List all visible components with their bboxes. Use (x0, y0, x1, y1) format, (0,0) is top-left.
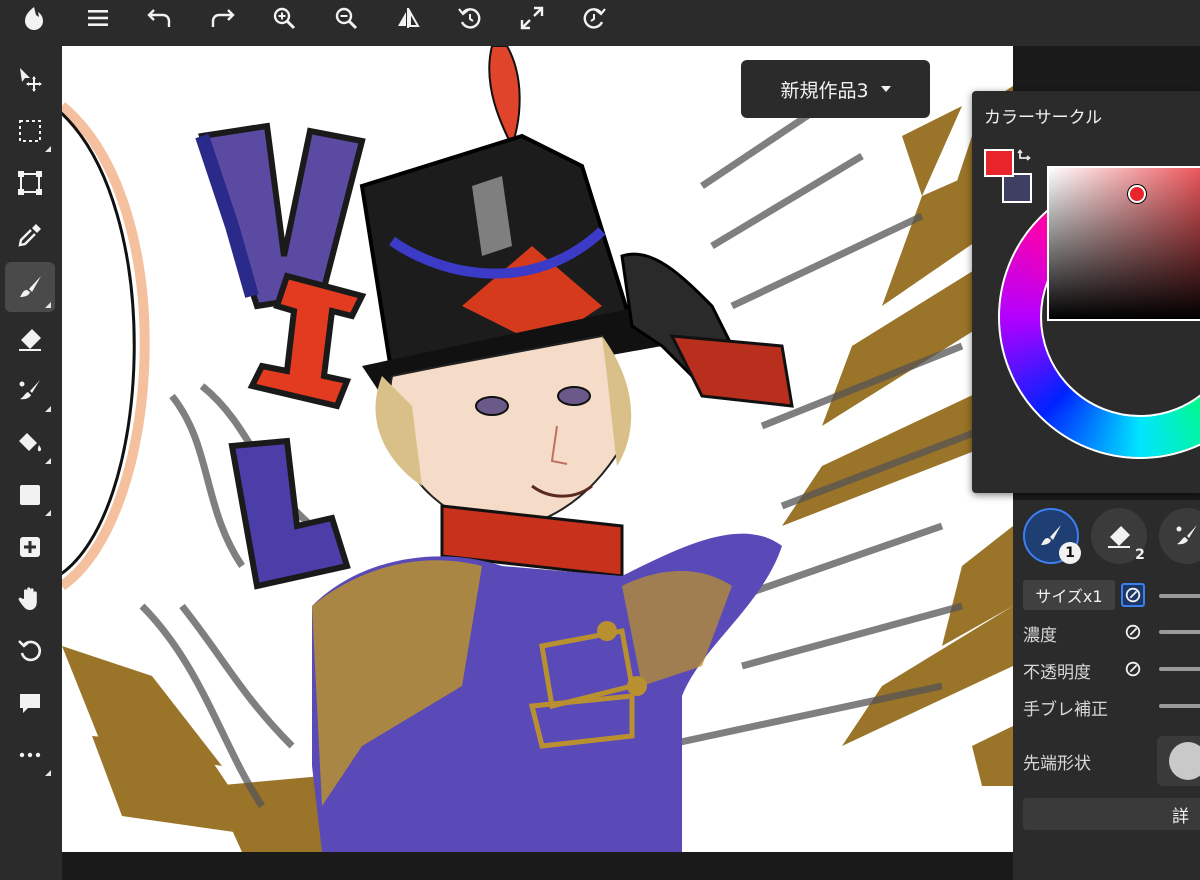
rotate-right-icon[interactable] (572, 0, 616, 36)
blur-icon[interactable] (5, 366, 55, 416)
flip-icon[interactable] (386, 0, 430, 36)
chevron-down-icon (880, 86, 891, 92)
eyedropper-icon[interactable] (5, 210, 55, 260)
pressure-toggle-density[interactable] (1121, 620, 1145, 644)
detail-settings-button[interactable]: 詳 (1023, 798, 1200, 830)
shape-icon[interactable] (5, 470, 55, 520)
top-toolbar (0, 0, 1200, 46)
stabilizer-slider[interactable] (1159, 704, 1200, 708)
pen-pressure-icon (1125, 624, 1141, 640)
foreground-color-swatch[interactable] (984, 149, 1014, 177)
tip-shape-label: 先端形状 (1023, 754, 1091, 774)
opacity-slider[interactable] (1159, 667, 1200, 671)
brush-icon[interactable] (5, 262, 55, 312)
brush-settings-panel: 1 2 3 サイズx1 濃度 不透明度 手ブレ補正 先端形状 詳 (1013, 500, 1200, 880)
undo-icon[interactable] (5, 626, 55, 676)
color-circle-panel: カラーサークル (972, 91, 1200, 493)
pressure-toggle-size[interactable] (1121, 583, 1145, 607)
submenu-indicator (45, 146, 51, 152)
artwork-illustration (62, 46, 1013, 852)
pen-pressure-icon (1125, 587, 1141, 603)
pressure-toggle-opacity[interactable] (1121, 657, 1145, 681)
zoom-in-icon[interactable] (262, 0, 306, 36)
rotate-left-icon[interactable] (448, 0, 492, 36)
hue-knob[interactable] (1128, 185, 1146, 203)
add-layer-icon[interactable] (5, 522, 55, 572)
size-slider[interactable] (1159, 594, 1200, 598)
selection-icon[interactable] (5, 106, 55, 156)
submenu-indicator (45, 770, 51, 776)
size-multiplier-button[interactable]: サイズx1 (1023, 580, 1115, 610)
undo-icon[interactable] (138, 0, 182, 36)
brush-tab-2[interactable]: 2 (1091, 508, 1147, 564)
blur-icon (1176, 525, 1197, 545)
document-title: 新規作品3 (780, 79, 869, 102)
background-color-swatch[interactable] (1002, 173, 1032, 203)
brush-tab-3[interactable]: 3 (1159, 508, 1200, 564)
submenu-indicator (45, 406, 51, 412)
transform-icon[interactable] (5, 158, 55, 208)
canvas-bottom-bar (62, 852, 1013, 880)
stabilizer-label: 手ブレ補正 (1023, 700, 1108, 720)
density-label: 濃度 (1023, 626, 1057, 646)
pen-pressure-icon (1125, 661, 1141, 677)
fullscreen-icon[interactable] (510, 0, 554, 36)
document-title-dropdown[interactable]: 新規作品3 (741, 60, 930, 118)
more-icon[interactable] (5, 730, 55, 780)
submenu-indicator (45, 510, 51, 516)
eraser-icon[interactable] (5, 314, 55, 364)
hand-icon[interactable] (5, 574, 55, 624)
left-toolbar (0, 46, 62, 880)
menu-icon[interactable] (76, 0, 120, 36)
panel-title: カラーサークル (984, 108, 1103, 128)
swap-colors-icon[interactable] (1016, 149, 1034, 167)
density-slider[interactable] (1159, 630, 1200, 634)
submenu-indicator (45, 302, 51, 308)
eraser-icon (1108, 526, 1130, 548)
redo-icon[interactable] (200, 0, 244, 36)
tab-number: 2 (1135, 547, 1145, 563)
submenu-indicator (45, 458, 51, 464)
zoom-out-icon[interactable] (324, 0, 368, 36)
tip-shape-selector[interactable] (1157, 736, 1200, 786)
saturation-value-square[interactable] (1047, 166, 1200, 321)
brush-tab-1[interactable]: 1 (1023, 508, 1081, 564)
detail-button-label: 詳 (1172, 806, 1189, 827)
drawing-canvas[interactable] (62, 46, 1013, 852)
bucket-icon[interactable] (5, 418, 55, 468)
app-logo-icon[interactable] (12, 0, 56, 36)
opacity-label: 不透明度 (1023, 663, 1091, 683)
move-icon[interactable] (5, 54, 55, 104)
tip-shape-preview (1169, 742, 1200, 780)
tab-number: 1 (1059, 542, 1081, 564)
comment-icon[interactable] (5, 678, 55, 728)
